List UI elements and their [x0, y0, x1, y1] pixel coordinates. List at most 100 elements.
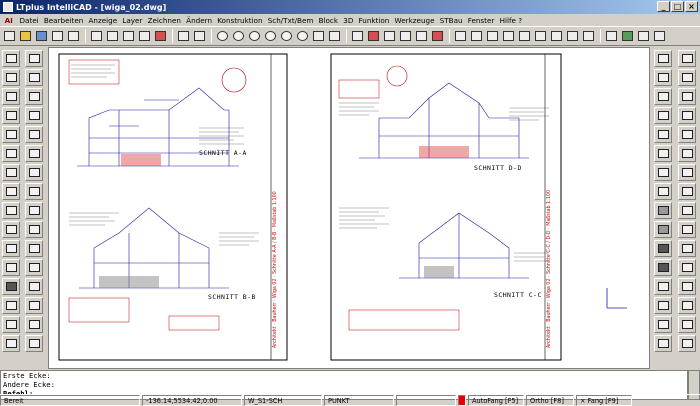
function-icon[interactable] — [2, 335, 20, 352]
menu-stbau[interactable]: STBau — [437, 16, 465, 25]
lightning-icon[interactable] — [654, 335, 672, 352]
new-file-icon[interactable] — [2, 29, 17, 44]
stair-icon[interactable] — [678, 145, 696, 162]
array-icon[interactable] — [25, 316, 43, 333]
zoom-in-icon[interactable] — [215, 29, 230, 44]
rectangle-icon[interactable] — [2, 126, 20, 143]
text-style-icon[interactable] — [414, 29, 429, 44]
linetype-center-icon[interactable] — [678, 259, 696, 276]
id-point-icon[interactable] — [565, 29, 580, 44]
print-icon[interactable] — [50, 29, 65, 44]
menu-werkzeuge[interactable]: Werkzeuge — [392, 16, 437, 25]
arrow-2-icon[interactable] — [678, 316, 696, 333]
pen-gray-light-icon[interactable] — [654, 202, 672, 219]
wall-icon[interactable] — [654, 126, 672, 143]
extend-icon[interactable] — [25, 221, 43, 238]
move-icon[interactable] — [2, 164, 20, 181]
hatch-icon[interactable] — [366, 29, 381, 44]
print-preview-icon[interactable] — [66, 29, 81, 44]
redraw-icon[interactable] — [327, 29, 342, 44]
menu-hilfe[interactable]: Hilfe ? — [497, 16, 525, 25]
menu-anzeige[interactable]: Anzeige — [86, 16, 120, 25]
save-icon[interactable] — [34, 29, 49, 44]
paste-icon[interactable] — [121, 29, 136, 44]
menu-block[interactable]: Block — [316, 16, 341, 25]
menu-3d[interactable]: 3D — [341, 16, 356, 25]
point-icon[interactable] — [2, 145, 20, 162]
current-linetype[interactable]: PUNKT — [324, 395, 394, 406]
copy-icon[interactable] — [105, 29, 120, 44]
snap-icon[interactable] — [469, 29, 484, 44]
xline-icon[interactable] — [25, 69, 43, 86]
explode-icon[interactable] — [2, 316, 20, 333]
column-icon[interactable] — [654, 183, 672, 200]
pan-icon[interactable] — [311, 29, 326, 44]
match-properties-icon[interactable] — [137, 29, 152, 44]
zoom-window-icon[interactable] — [247, 29, 262, 44]
block-insert-icon[interactable] — [398, 29, 413, 44]
dimension-icon[interactable] — [604, 29, 619, 44]
copy-object-icon[interactable] — [25, 164, 43, 181]
rotate-icon[interactable] — [2, 183, 20, 200]
menu-zeichnen[interactable]: Zeichnen — [145, 16, 184, 25]
text-icon[interactable] — [25, 278, 43, 295]
polyline-icon[interactable] — [25, 50, 43, 67]
layer-manager-icon[interactable] — [654, 50, 672, 67]
hatch-tool-icon[interactable] — [2, 278, 20, 295]
roof-icon[interactable] — [654, 164, 672, 181]
close-button[interactable]: × — [685, 1, 698, 12]
arc-icon[interactable] — [2, 88, 20, 105]
delete-icon[interactable] — [153, 29, 168, 44]
settings-icon[interactable] — [636, 29, 651, 44]
help-icon[interactable] — [652, 29, 667, 44]
offset-icon[interactable] — [25, 202, 43, 219]
menu-fenster[interactable]: Fenster — [465, 16, 497, 25]
layer-lock-icon[interactable] — [678, 88, 696, 105]
ray-icon[interactable] — [2, 69, 20, 86]
cut-icon[interactable] — [89, 29, 104, 44]
properties-icon[interactable] — [382, 29, 397, 44]
polar-icon[interactable] — [501, 29, 516, 44]
layer-isolate-icon[interactable] — [678, 107, 696, 124]
linetype-dashdot-icon[interactable] — [678, 240, 696, 257]
circle-icon[interactable] — [25, 88, 43, 105]
linetype-dot-icon[interactable] — [678, 221, 696, 238]
arrow-icon[interactable] — [654, 316, 672, 333]
layer-unlock-icon[interactable] — [654, 107, 672, 124]
zoom-previous-icon[interactable] — [263, 29, 278, 44]
mtext-icon[interactable] — [2, 297, 20, 314]
zoom-all-icon[interactable] — [295, 29, 310, 44]
menu-datei[interactable]: Datei — [17, 16, 41, 25]
menu-sch-txt-bem[interactable]: Sch/Txt/Bem — [265, 16, 316, 25]
donut-icon[interactable] — [25, 145, 43, 162]
fillet-icon[interactable] — [2, 240, 20, 257]
pen-dark-icon[interactable] — [654, 240, 672, 257]
list-icon[interactable] — [549, 29, 564, 44]
measure-icon[interactable] — [581, 29, 596, 44]
drawing-canvas[interactable]: SCHNITT A-A SCHNITT B-B SCHNITT D-D SCHN… — [48, 47, 650, 369]
autofang-toggle[interactable]: AutoFang [F5] — [468, 395, 524, 406]
window-object-icon[interactable] — [678, 126, 696, 143]
menu-aendern[interactable]: Ändern — [184, 16, 215, 25]
stbau-icon[interactable] — [620, 29, 635, 44]
leader-icon[interactable] — [25, 297, 43, 314]
pen-black-icon[interactable] — [654, 259, 672, 276]
layer-thaw-icon[interactable] — [654, 88, 672, 105]
chamfer-icon[interactable] — [25, 240, 43, 257]
ortho-icon[interactable] — [485, 29, 500, 44]
zoom-out-icon[interactable] — [231, 29, 246, 44]
ellipse-icon[interactable] — [2, 107, 20, 124]
distance-icon[interactable] — [517, 29, 532, 44]
spline-icon[interactable] — [25, 107, 43, 124]
snap-toggle[interactable]: × Fang [F9] — [576, 395, 632, 406]
linetype-dash-icon[interactable] — [678, 202, 696, 219]
maximize-button[interactable]: □ — [671, 1, 684, 12]
layer-icon[interactable] — [350, 29, 365, 44]
layer-off-icon[interactable] — [654, 69, 672, 86]
diagonal-line-icon[interactable] — [654, 297, 672, 314]
menu-konstruktion[interactable]: Konstruktion — [215, 16, 266, 25]
line-weight-icon[interactable] — [654, 278, 672, 295]
layer-on-icon[interactable] — [678, 50, 696, 67]
ortho-toggle[interactable]: Ortho [F8] — [526, 395, 574, 406]
scale-icon[interactable] — [25, 183, 43, 200]
